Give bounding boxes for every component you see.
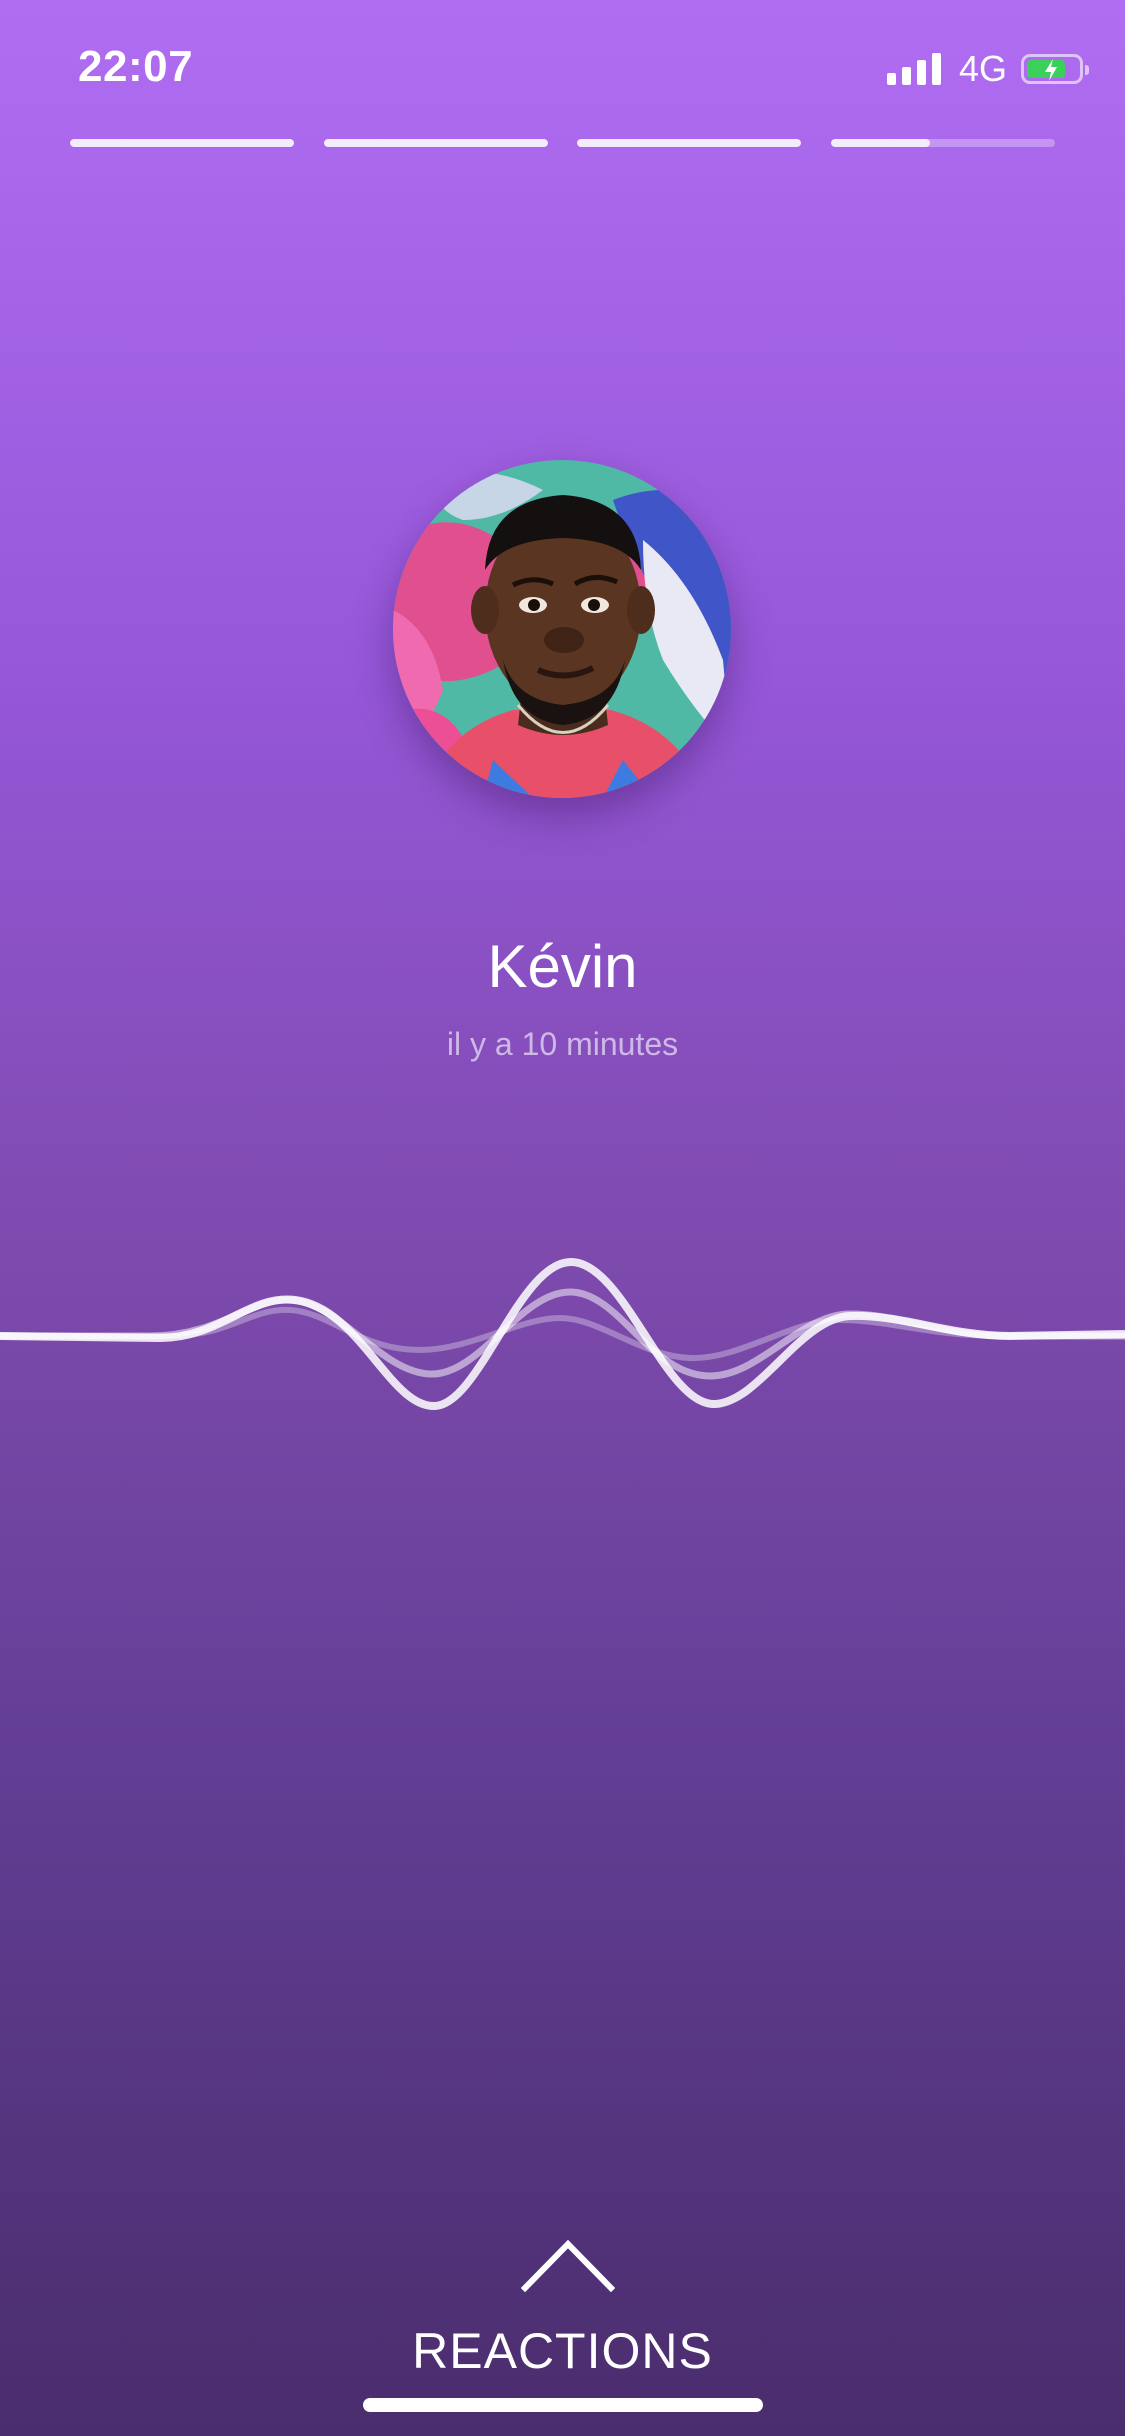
- story-progress-segment: [323, 139, 548, 147]
- profile-name: Kévin: [487, 933, 638, 1000]
- story-progress-fill: [70, 139, 294, 147]
- status-time: 22:07: [78, 42, 194, 91]
- story-progress-fill: [830, 139, 930, 147]
- audio-waveform: [0, 1257, 1125, 1411]
- timestamp: il y a 10 minutes: [446, 1026, 679, 1062]
- charging-bolt-icon: [1045, 59, 1057, 81]
- waveform-line-main: [0, 1257, 1125, 1411]
- signal-icon: [886, 53, 941, 85]
- home-indicator[interactable]: [363, 2398, 763, 2412]
- avatar[interactable]: [393, 460, 731, 798]
- profile-photo: [393, 460, 731, 798]
- battery-icon: [1021, 54, 1089, 84]
- reactions-button[interactable]: REACTIONS: [0, 2322, 1125, 2380]
- story-progress-fill: [323, 139, 548, 147]
- story-progress-segment: [830, 139, 1055, 147]
- status-indicators: 4G: [886, 48, 1089, 90]
- chevron-up-icon[interactable]: [521, 2238, 615, 2294]
- network-type: 4G: [958, 48, 1007, 89]
- story-progress: [70, 139, 1055, 147]
- status-bar: 22:07 4G: [0, 0, 1125, 130]
- story-progress-segment: [577, 139, 802, 147]
- story-progress-segment: [70, 139, 294, 147]
- story-progress-fill: [577, 139, 802, 147]
